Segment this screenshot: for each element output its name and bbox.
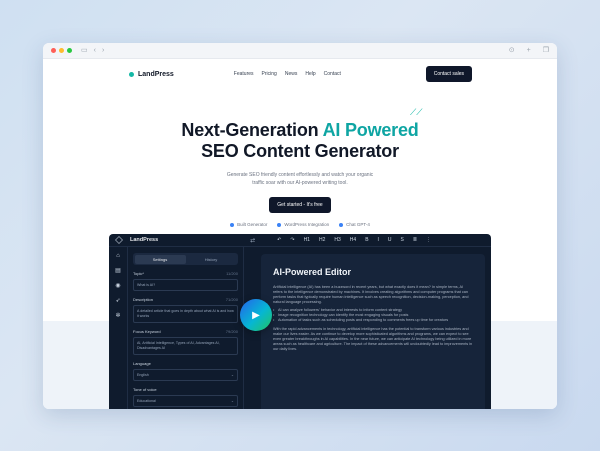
- back-icon[interactable]: ‹: [94, 47, 96, 54]
- new-tab-icon[interactable]: +: [527, 47, 531, 54]
- settings-panel: Settings History Topic* 11/200 What is AI…: [128, 247, 244, 409]
- sparkle-icon: ⟋⟋: [410, 107, 423, 117]
- tone-select[interactable]: Educational ⌄: [133, 395, 238, 407]
- more-icon[interactable]: ⋮: [426, 237, 431, 243]
- editor-title: AI-Powered Editor: [273, 267, 352, 277]
- topic-input[interactable]: What is AI?: [133, 279, 238, 291]
- badge-wordpress: WordPress Integration: [277, 222, 329, 227]
- bold-button[interactable]: B: [365, 237, 368, 243]
- check-icon: [339, 222, 344, 227]
- hero-title: Next-Generation AI Powered SEO Content G…: [43, 120, 557, 162]
- strike-button[interactable]: S: [401, 237, 404, 243]
- undo-icon[interactable]: ↶: [277, 237, 281, 243]
- redo-icon[interactable]: ↷: [290, 237, 294, 243]
- top-nav: LandPress Features Pricing News Help Con…: [43, 59, 557, 89]
- editor-toolbar: ↶ ↷ H1 H2 H3 H4 B I U S ≣ ⋮: [277, 237, 431, 243]
- chevron-down-icon: ⌄: [230, 372, 234, 377]
- swap-icon[interactable]: ⇄: [250, 237, 255, 244]
- rocket-icon[interactable]: ➶: [115, 297, 120, 304]
- editor-bullets: AI can analyze followers' behavior and i…: [273, 308, 473, 323]
- language-label: Language: [133, 361, 151, 366]
- heading4-button[interactable]: H4: [350, 237, 356, 243]
- badge-gpt: Chat GPT-4: [339, 222, 370, 227]
- app-name: LandPress: [130, 237, 159, 243]
- feature-badges: Built Generator WordPress Integration Ch…: [43, 222, 557, 227]
- tab-history[interactable]: History: [186, 255, 237, 264]
- nav-link-features[interactable]: Features: [234, 71, 254, 77]
- forward-icon[interactable]: ›: [102, 47, 104, 54]
- heading3-button[interactable]: H3: [334, 237, 340, 243]
- heading1-button[interactable]: H1: [304, 237, 310, 243]
- nav-link-contact[interactable]: Contact: [324, 71, 341, 77]
- database-icon[interactable]: ◉: [115, 282, 120, 289]
- app-preview: LandPress ⇄ ↶ ↷ H1 H2 H3 H4 B I U S ≣ ⋮ …: [109, 234, 491, 409]
- editor-canvas[interactable]: AI-Powered Editor Artificial intelligenc…: [261, 254, 485, 409]
- tabs-icon[interactable]: ❐: [543, 47, 549, 54]
- get-started-button[interactable]: Get started - It's free: [269, 197, 331, 213]
- nav-link-help[interactable]: Help: [305, 71, 315, 77]
- tab-settings[interactable]: Settings: [134, 254, 186, 264]
- nav-link-pricing[interactable]: Pricing: [262, 71, 277, 77]
- hero-title-prefix: Next-Generation: [181, 120, 319, 140]
- share-icon[interactable]: ⊙: [509, 47, 515, 54]
- heading2-button[interactable]: H2: [319, 237, 325, 243]
- sidebar-icon[interactable]: ▭: [81, 47, 88, 54]
- list-item: Automation of tasks such as scheduling p…: [273, 318, 473, 323]
- hero-subtitle: Generate SEO friendly content effortless…: [226, 172, 374, 186]
- description-input[interactable]: A detailed article that goes in depth ab…: [133, 305, 238, 323]
- app-topbar: LandPress ⇄ ↶ ↷ H1 H2 H3 H4 B I U S ≣ ⋮: [109, 234, 491, 247]
- contact-sales-button[interactable]: Contact sales: [425, 66, 472, 82]
- keyword-label-row: Focus Keyword 79/200: [133, 329, 238, 334]
- app-logo-icon: [115, 236, 123, 244]
- browser-chrome: ▭ ‹ › ⊙ + ❐: [43, 43, 557, 59]
- play-icon: ▶: [252, 309, 260, 321]
- play-video-button[interactable]: ▶: [240, 299, 272, 331]
- minimize-dot[interactable]: [59, 48, 64, 53]
- editor-paragraph-1: Artificial intelligence (AI) has been a …: [273, 285, 469, 304]
- tone-label: Tone of voice: [133, 387, 157, 392]
- hero-title-accent: AI Powered: [322, 120, 419, 140]
- nav-menu: Features Pricing News Help Contact: [234, 71, 341, 77]
- home-icon[interactable]: ⌂: [116, 253, 120, 259]
- editor-paragraph-2: With the rapid advancements in technolog…: [273, 327, 473, 351]
- brand-name: LandPress: [138, 70, 174, 78]
- hero: Next-Generation AI Powered SEO Content G…: [43, 89, 557, 227]
- document-icon[interactable]: ▤: [115, 267, 121, 274]
- chevron-down-icon: ⌄: [230, 398, 234, 403]
- description-label-row: Description 71/200: [133, 297, 238, 302]
- hero-title-line2: SEO Content Generator: [201, 141, 399, 161]
- nav-link-news[interactable]: News: [285, 71, 298, 77]
- app-sidebar: ⌂ ▤ ◉ ➶ ✲: [109, 247, 128, 409]
- underline-button[interactable]: U: [388, 237, 392, 243]
- keyword-input[interactable]: AI, Artificial Intelligence, Types of AI…: [133, 337, 238, 355]
- topic-label-row: Topic* 11/200: [133, 271, 238, 276]
- check-icon: [230, 222, 235, 227]
- panel-tabs: Settings History: [133, 253, 238, 265]
- settings-icon[interactable]: ✲: [115, 312, 120, 319]
- check-icon: [277, 222, 282, 227]
- browser-window: ▭ ‹ › ⊙ + ❐ LandPress Features Pricing N…: [43, 43, 557, 409]
- language-select[interactable]: English ⌄: [133, 369, 238, 381]
- italic-button[interactable]: I: [378, 237, 379, 243]
- badge-generator: Built Generator: [230, 222, 267, 227]
- close-dot[interactable]: [51, 48, 56, 53]
- logo-mark-icon: [129, 71, 134, 77]
- maximize-dot[interactable]: [67, 48, 72, 53]
- align-button[interactable]: ≣: [413, 237, 417, 243]
- brand-logo[interactable]: LandPress: [129, 71, 174, 78]
